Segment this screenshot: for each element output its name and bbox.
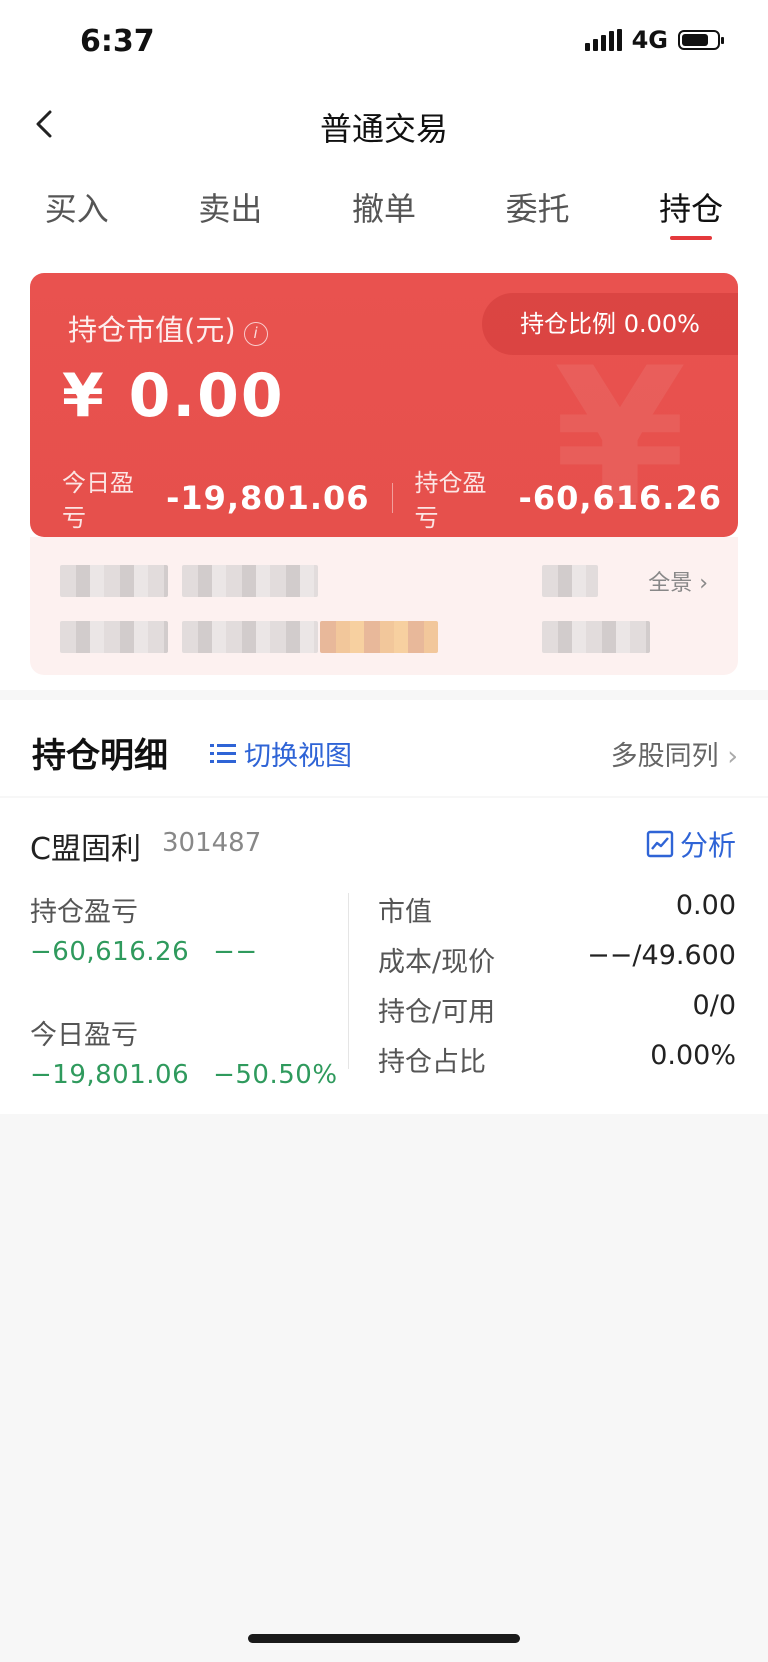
analyze-button[interactable]: 分析 xyxy=(646,824,736,864)
status-indicators: 4G xyxy=(584,26,724,54)
position-column: 市值 0.00 成本/现价 −−/49.600 持仓/可用 0/0 持仓占比 0… xyxy=(378,890,736,1090)
account-info-blurred: 全景 › xyxy=(30,537,738,675)
holdings-detail-header: 持仓明细 切换视图 多股同列 › xyxy=(0,700,768,796)
share-value: 0.00% xyxy=(650,1040,736,1071)
hold-pl-amount: −60,616.26 xyxy=(30,937,190,967)
status-bar: 6:37 4G xyxy=(0,0,768,84)
network-type: 4G xyxy=(631,26,668,54)
quantity-row: 持仓/可用 0/0 xyxy=(378,990,736,1040)
blurred-text xyxy=(542,621,650,653)
blurred-text xyxy=(60,565,168,597)
pl-column: 持仓盈亏 −60,616.26 −− 今日盈亏 −19,801.06 −50.50% xyxy=(30,890,337,1090)
battery-level xyxy=(682,34,708,46)
blurred-text xyxy=(60,621,168,653)
blurred-text xyxy=(542,565,598,597)
tab-holdings[interactable]: 持仓 xyxy=(614,164,768,250)
chart-icon xyxy=(646,830,674,858)
column-divider xyxy=(348,893,349,1069)
today-pl-values: −19,801.06 −50.50% xyxy=(30,1060,337,1090)
cost-label: 成本/现价 xyxy=(378,947,496,978)
hold-pl-label: 持仓盈亏 xyxy=(30,897,138,928)
signal-icon xyxy=(584,29,622,51)
hold-pl-percent: −− xyxy=(213,937,258,967)
holdings-summary-card: ¥ 持仓市值(元) i 持仓比例 0.00% ¥ 0.00 今日盈亏 -19,80… xyxy=(30,273,738,537)
market-value-row: 市值 0.00 xyxy=(378,890,736,940)
market-value-label-text: 持仓市值(元) xyxy=(68,313,236,347)
battery-icon xyxy=(678,30,724,50)
hold-pl-label: 持仓盈亏 xyxy=(414,469,487,532)
market-value-label: 持仓市值(元) i xyxy=(68,307,268,349)
full-view-link[interactable]: 全景 › xyxy=(648,565,708,597)
market-value: ¥ 0.00 xyxy=(62,361,285,431)
trade-tabs: 买入 卖出 撤单 委托 持仓 xyxy=(0,164,768,250)
today-pl-percent: −50.50% xyxy=(213,1060,338,1090)
share-row: 持仓占比 0.00% xyxy=(378,1040,736,1090)
pl-divider xyxy=(391,483,393,513)
multi-stock-link[interactable]: 多股同列 › xyxy=(611,734,738,773)
cost-row: 成本/现价 −−/49.600 xyxy=(378,940,736,990)
quantity-label: 持仓/可用 xyxy=(378,997,496,1028)
nav-bar: 普通交易 xyxy=(0,84,768,164)
analyze-label: 分析 xyxy=(679,829,736,862)
full-view-label: 全景 xyxy=(648,571,693,596)
stock-name: C盟固利 xyxy=(30,832,141,867)
market-value-label: 市值 xyxy=(378,897,432,928)
trade-page: 6:37 4G 普通交易 买入 卖出 撤单 委托 持仓 ¥ 持仓市值(元)i xyxy=(0,0,768,1662)
pl-row: 今日盈亏 -19,801.06 持仓盈亏 -60,616.26 xyxy=(62,463,722,533)
info-icon[interactable]: i xyxy=(243,322,268,346)
switch-view-label: 切换视图 xyxy=(244,741,352,772)
today-pl-label: 今日盈亏 xyxy=(62,469,134,532)
section-title: 持仓明细 xyxy=(32,736,168,776)
cost-value: −−/49.600 xyxy=(587,940,736,971)
quantity-value: 0/0 xyxy=(692,990,736,1021)
tab-cancel[interactable]: 撤单 xyxy=(307,164,461,250)
holding-card[interactable]: C盟固利 301487 分析 持仓盈亏 −60,616.26 −− 今日盈亏 −1… xyxy=(0,798,768,1114)
multi-stock-label: 多股同列 xyxy=(610,741,719,772)
switch-view-button[interactable]: 切换视图 xyxy=(210,734,352,773)
hold-pl-values: −60,616.26 −− xyxy=(30,937,330,967)
page-title: 普通交易 xyxy=(319,110,448,148)
market-value: 0.00 xyxy=(675,890,736,921)
holding-ratio-badge: 持仓比例 0.00% xyxy=(482,293,738,355)
today-pl-amount: −19,801.06 xyxy=(30,1060,190,1090)
list-icon xyxy=(210,743,236,763)
stock-code: 301487 xyxy=(162,828,262,858)
chevron-right-icon: › xyxy=(727,741,738,772)
today-pl-value: -19,801.06 xyxy=(166,479,370,517)
tab-orders[interactable]: 委托 xyxy=(461,164,615,250)
blurred-text xyxy=(182,621,318,653)
status-time: 6:37 xyxy=(80,24,155,59)
tab-buy[interactable]: 买入 xyxy=(0,164,154,250)
tab-sell[interactable]: 卖出 xyxy=(154,164,308,250)
home-indicator[interactable] xyxy=(248,1634,520,1643)
today-pl-label: 今日盈亏 xyxy=(30,1020,138,1051)
blurred-text xyxy=(182,565,318,597)
blurred-text xyxy=(320,621,438,653)
hold-pl-value: -60,616.26 xyxy=(518,479,722,517)
share-label: 持仓占比 xyxy=(378,1047,486,1078)
